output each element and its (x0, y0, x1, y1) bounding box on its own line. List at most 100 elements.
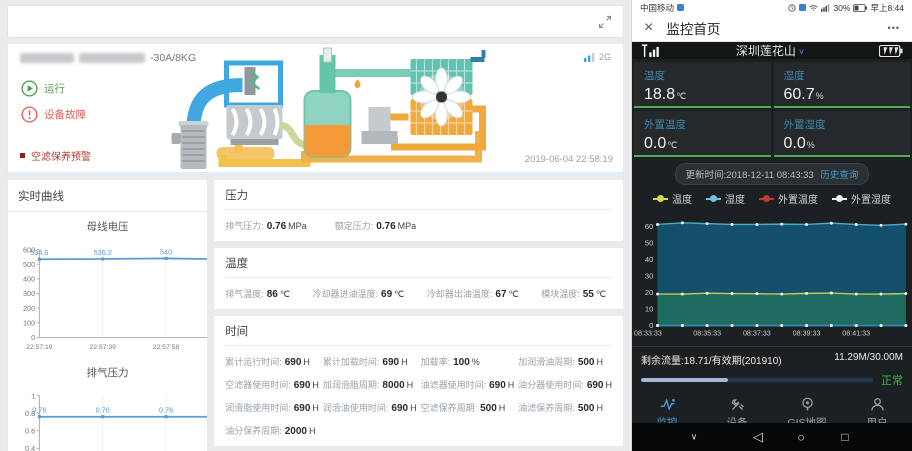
svg-text:200: 200 (23, 304, 35, 313)
network-type-label: 2G (599, 52, 611, 62)
svg-text:0.4: 0.4 (25, 444, 35, 451)
device-battery-icon (879, 45, 903, 57)
svg-text:536.2: 536.2 (94, 248, 112, 257)
legend-marker-icon (706, 195, 721, 202)
temperature-metric: 模块温度:55℃ (541, 287, 606, 300)
maintenance-warning[interactable]: 空滤保养预警 (20, 148, 91, 163)
time-metric: 累计加载时间:690H (323, 355, 417, 368)
android-home-button[interactable]: ○ (797, 430, 805, 445)
alarm-clock-icon (788, 4, 796, 12)
svg-text:100: 100 (23, 318, 35, 327)
antenna-signal-icon (641, 44, 661, 58)
mobile-header: × 监控首页 ••• (632, 15, 912, 42)
update-row: 更新时间:2018-12-11 08:43:33 历史查询 (632, 163, 912, 185)
svg-text:40: 40 (645, 255, 654, 264)
bus-voltage-chart: 0100200300400500600534.6536.2540534.322:… (8, 234, 208, 358)
android-back-button[interactable]: ◁ (753, 429, 763, 445)
cell-signal-icon (821, 4, 830, 12)
svg-text:20: 20 (645, 288, 654, 297)
svg-text:0.76: 0.76 (159, 406, 173, 415)
mobile-statusbar: 中国移动 30% 早上8:44 (632, 0, 912, 15)
redacted-device-name (79, 53, 145, 63)
remaining-flow-label: 剩余流量:18.71/有效期(201910) (641, 352, 782, 367)
legend-item[interactable]: 外置温度 (759, 191, 818, 206)
legend-item[interactable]: 湿度 (706, 191, 745, 206)
android-recents-button[interactable]: □ (841, 430, 848, 444)
svg-text:0: 0 (31, 333, 35, 342)
status-fault[interactable]: 设备故障 (21, 106, 86, 123)
status-running-label: 运行 (44, 81, 65, 96)
status-running[interactable]: 运行 (21, 80, 65, 97)
more-menu-icon[interactable]: ••• (888, 23, 900, 33)
mobile-panel: 中国移动 30% 早上8:44 × 监控首页 ••• (632, 0, 912, 451)
time-metric: 空滤器使用时间:690H (225, 378, 319, 391)
section-time: 时间 累计运行时间:690H 累计加载时间:690H 加载率:100% 加润滑油… (213, 315, 624, 447)
legend-item[interactable]: 外置湿度 (832, 191, 891, 206)
time-metric: 油滤保养周期:500H (518, 401, 612, 414)
realtime-curves-card: 实时曲线 母线电压 0100200300400500600534.6536.25… (7, 179, 208, 451)
site-selector[interactable]: 深圳莲花山˅ (661, 42, 879, 59)
warning-dot-icon (20, 153, 25, 158)
bus-voltage-chart-title: 母线电压 (8, 219, 207, 234)
site-selector-bar: 深圳莲花山˅ (632, 42, 912, 59)
update-time-pill: 更新时间:2018-12-11 08:43:33 历史查询 (675, 163, 870, 185)
svg-text:50: 50 (645, 238, 654, 247)
fullscreen-icon[interactable] (598, 15, 612, 29)
signal-bars-icon (584, 52, 596, 62)
svg-text:300: 300 (23, 289, 35, 298)
nav-item-devices[interactable]: 设备 (702, 396, 772, 423)
section-pressure-title: 压力 (225, 187, 612, 210)
svg-text:22:57:19: 22:57:19 (26, 344, 53, 351)
pressure-metric: 额定压力:0.76MPa (335, 219, 417, 232)
svg-text:0.6: 0.6 (25, 426, 35, 435)
svg-text:540: 540 (160, 247, 172, 256)
page-title: 监控首页 (666, 18, 887, 38)
statusbar-time-label: 早上8:44 (870, 2, 904, 14)
play-circle-icon (21, 80, 38, 97)
network-indicator: 2G (584, 52, 611, 62)
pressure-metric: 排气压力:0.76MPa (225, 219, 307, 232)
close-icon[interactable]: × (644, 20, 653, 36)
svg-text:08:35:33: 08:35:33 (693, 330, 721, 338)
desktop-body: 实时曲线 母线电压 0100200300400500600534.6536.25… (7, 179, 624, 451)
svg-text:1: 1 (31, 391, 35, 400)
chevron-down-icon: ˅ (799, 47, 804, 57)
metric-card-humidity: 湿度 60.7% (774, 62, 911, 108)
metric-card-temperature: 温度 18.8℃ (634, 62, 771, 108)
nav-item-monitor[interactable]: 监控 (632, 396, 702, 423)
hide-nav-chevron-icon[interactable]: ∨ (691, 432, 698, 443)
compressor-schematic (150, 47, 495, 171)
carrier-label: 中国移动 (640, 2, 674, 14)
svg-text:534.6: 534.6 (30, 248, 48, 257)
telemetry-sections: 压力 排气压力:0.76MPa 额定压力:0.76MPa 温度 排气 (213, 179, 624, 451)
legend-item[interactable]: 温度 (653, 191, 692, 206)
device-timestamp: 2019-06-04 22:58:19 (525, 154, 613, 165)
temperature-metric: 冷却器进油温度:69℃ (313, 287, 405, 300)
nav-item-user[interactable]: 用户 (842, 396, 912, 423)
time-metric: 加润滑油周期:500H (518, 355, 612, 368)
metric-card-ext-humidity: 外置湿度 0.0% (774, 111, 911, 157)
desktop-panel: -30A/8KG 2G 运行 (0, 0, 632, 451)
history-query-link[interactable]: 历史查询 (820, 170, 858, 181)
svg-text:08:39:33: 08:39:33 (793, 330, 821, 338)
usage-progress-fill (641, 378, 728, 382)
svg-text:10: 10 (645, 305, 654, 314)
chart-legend: 温度 湿度 (632, 191, 912, 206)
svg-text:500: 500 (23, 260, 35, 269)
nav-item-gis-map[interactable]: GIS地图 (772, 396, 842, 423)
usage-amount-label: 11.29M/30.00M (834, 352, 903, 367)
update-time-label: 更新时间:2018-12-11 08:43:33 (686, 170, 814, 181)
time-metric: 加载率:100% (421, 355, 515, 368)
user-icon (869, 396, 886, 413)
svg-text:08:33:33: 08:33:33 (634, 330, 662, 338)
sim-icon (677, 4, 684, 11)
svg-text:0.76: 0.76 (96, 406, 110, 415)
wifi-icon (809, 4, 818, 12)
exhaust-pressure-chart: 00.20.40.60.810.760.760.760.7622:57:1922… (8, 380, 208, 451)
battery-icon (853, 4, 867, 12)
temperature-metric: 排气温度:86℃ (225, 287, 290, 300)
status-fault-label: 设备故障 (44, 107, 86, 122)
tools-icon (729, 396, 746, 413)
svg-text:60: 60 (645, 222, 654, 231)
maintenance-warning-label: 空滤保养预警 (31, 148, 91, 163)
